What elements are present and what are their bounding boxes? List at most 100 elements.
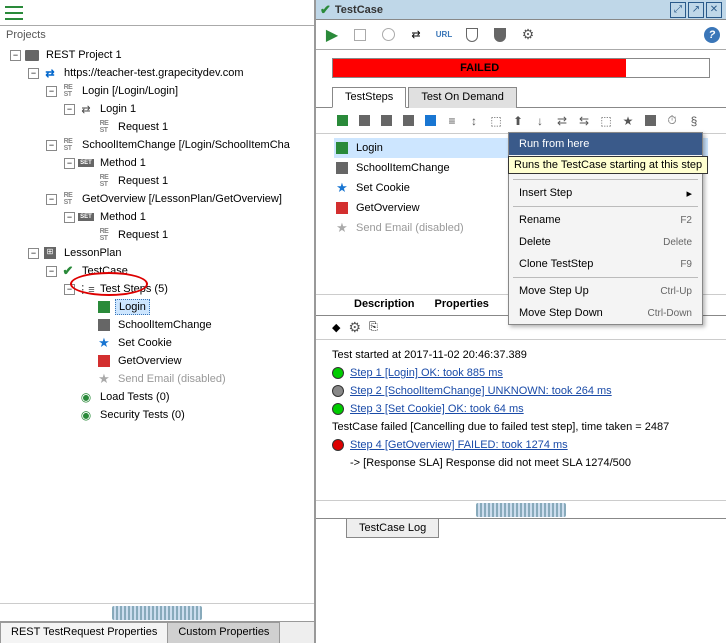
tree-node[interactable]: ◉Load Tests (0) xyxy=(0,388,314,406)
log-tab[interactable]: TestCase Log xyxy=(346,519,439,538)
expander-icon[interactable]: − xyxy=(46,266,57,277)
tree-label: Request 1 xyxy=(115,120,171,134)
minimize-button[interactable]: ⤢ xyxy=(670,2,686,18)
set-icon: SET xyxy=(78,209,94,225)
tb-icon[interactable]: ↕ xyxy=(466,113,482,129)
step-label: Send Email (disabled) xyxy=(356,222,464,234)
star-icon: ★ xyxy=(96,335,112,351)
tree-node[interactable]: −⇄Login 1 xyxy=(0,100,314,118)
ctx-move-down[interactable]: Move Step DownCtrl-Down xyxy=(509,302,702,324)
expander-icon[interactable]: − xyxy=(64,104,75,115)
tree-node[interactable]: −⇄https://teacher-test.grapecitydev.com xyxy=(0,64,314,82)
project-tree[interactable]: −REST Project 1−⇄https://teacher-test.gr… xyxy=(0,44,314,603)
tb-icon[interactable] xyxy=(400,113,416,129)
tree-node[interactable]: RESTRequest 1 xyxy=(0,172,314,190)
gear-button[interactable]: ⚙ xyxy=(518,25,538,45)
eraser-icon[interactable]: ◆ xyxy=(332,321,340,334)
link-icon[interactable]: ⇄ xyxy=(406,25,426,45)
ctx-insert[interactable]: Insert Step▸ xyxy=(509,182,702,204)
ctx-rename[interactable]: RenameF2 xyxy=(509,209,702,231)
tree-label: Load Tests (0) xyxy=(97,390,173,404)
log-step3[interactable]: Step 3 [Set Cookie] OK: took 64 ms xyxy=(350,403,524,415)
ctx-run-from-here[interactable]: Run from here xyxy=(509,133,702,155)
expander-icon[interactable]: − xyxy=(28,248,39,259)
tb-icon[interactable]: ⇆ xyxy=(576,113,592,129)
log-step4[interactable]: Step 4 [GetOverview] FAILED: took 1274 m… xyxy=(350,439,568,451)
url-button[interactable]: URL xyxy=(434,25,454,45)
gear-icon[interactable]: ⚙ xyxy=(348,319,361,336)
tree-node[interactable]: −SETMethod 1 xyxy=(0,154,314,172)
expander-icon[interactable]: − xyxy=(46,194,57,205)
ctx-clone[interactable]: Clone TestStepF9 xyxy=(509,253,702,275)
tree-node[interactable]: −RESTGetOverview [/LessonPlan/GetOvervie… xyxy=(0,190,314,208)
export-icon[interactable]: ⎘ xyxy=(369,321,378,334)
tree-node[interactable]: −REST Project 1 xyxy=(0,46,314,64)
tree-label: GetOverview xyxy=(115,354,185,368)
step-label: GetOverview xyxy=(356,202,420,214)
ctx-move-up[interactable]: Move Step UpCtrl-Up xyxy=(509,280,702,302)
tb-icon[interactable]: ⬚ xyxy=(488,113,504,129)
tree-node[interactable]: SchoolItemChange xyxy=(0,316,314,334)
tree-node[interactable]: −⊞LessonPlan xyxy=(0,244,314,262)
tree-node[interactable]: GetOverview xyxy=(0,352,314,370)
tree-node[interactable]: −RESTSchoolItemChange [/Login/SchoolItem… xyxy=(0,136,314,154)
tb-icon[interactable] xyxy=(422,113,438,129)
expander-icon[interactable]: − xyxy=(10,50,21,61)
tree-node[interactable]: RESTRequest 1 xyxy=(0,226,314,244)
close-button[interactable]: ✕ xyxy=(706,2,722,18)
tree-node[interactable]: −SETMethod 1 xyxy=(0,208,314,226)
menu-icon[interactable] xyxy=(5,6,23,20)
check-icon: ✔ xyxy=(320,2,331,18)
star-icon[interactable]: ★ xyxy=(620,113,636,129)
stop-button[interactable] xyxy=(350,25,370,45)
tb-icon[interactable] xyxy=(378,113,394,129)
maximize-button[interactable]: ↗ xyxy=(688,2,704,18)
shield-button[interactable] xyxy=(462,25,482,45)
plan-icon: ⊞ xyxy=(42,245,58,261)
rest-icon: REST xyxy=(96,227,112,243)
expander-icon[interactable]: − xyxy=(46,140,57,151)
expander-icon[interactable]: − xyxy=(64,158,75,169)
tb-icon[interactable]: ⇄ xyxy=(554,113,570,129)
main-tab[interactable]: Test On Demand xyxy=(408,87,517,108)
bottom-tab[interactable]: REST TestRequest Properties xyxy=(0,622,168,643)
tb-icon[interactable]: ≡ xyxy=(444,113,460,129)
step-bottom-tab[interactable]: Description xyxy=(344,295,425,315)
log-step1[interactable]: Step 1 [Login] OK: took 885 ms xyxy=(350,367,503,379)
splitter-handle[interactable] xyxy=(476,503,566,517)
tree-node[interactable]: RESTRequest 1 xyxy=(0,118,314,136)
expander-icon[interactable]: − xyxy=(46,86,57,97)
tb-icon[interactable] xyxy=(642,113,658,129)
tb-icon[interactable]: § xyxy=(686,113,702,129)
tb-icon[interactable]: ⬆ xyxy=(510,113,526,129)
expander-icon[interactable]: − xyxy=(64,212,75,223)
expander-icon[interactable]: − xyxy=(64,284,75,295)
loop-button[interactable] xyxy=(378,25,398,45)
ctx-delete[interactable]: DeleteDelete xyxy=(509,231,702,253)
tree-node[interactable]: −RESTLogin [/Login/Login] xyxy=(0,82,314,100)
log-step2[interactable]: Step 2 [SchoolItemChange] UNKNOWN: took … xyxy=(350,385,612,397)
bottom-tab[interactable]: Custom Properties xyxy=(167,622,280,643)
step-list[interactable]: LoginSchoolItemChange★Set CookieGetOverv… xyxy=(316,134,726,294)
tb-icon[interactable]: ↓ xyxy=(532,113,548,129)
tb-icon[interactable] xyxy=(356,113,372,129)
tree-node[interactable]: −⋮≡Test Steps (5) xyxy=(0,280,314,298)
tb-icon[interactable] xyxy=(334,113,350,129)
tree-node[interactable]: ★Set Cookie xyxy=(0,334,314,352)
tree-node[interactable]: ◉Security Tests (0) xyxy=(0,406,314,424)
tree-node[interactable]: −✔TestCase xyxy=(0,262,314,280)
status-dot-ok xyxy=(332,403,344,415)
splitter-handle[interactable] xyxy=(112,606,202,620)
expander-icon[interactable]: − xyxy=(28,68,39,79)
shield2-button[interactable] xyxy=(490,25,510,45)
step-bottom-tab[interactable]: Properties xyxy=(425,295,499,315)
tb-icon[interactable]: ⏱ xyxy=(664,113,680,129)
tree-node[interactable]: Login xyxy=(0,298,314,316)
tree-label: Set Cookie xyxy=(115,336,175,350)
help-button[interactable]: ? xyxy=(704,27,720,43)
tree-node[interactable]: ★Send Email (disabled) xyxy=(0,370,314,388)
main-tab[interactable]: TestSteps xyxy=(332,87,406,108)
status-dot-unknown xyxy=(332,385,344,397)
tb-icon[interactable]: ⬚ xyxy=(598,113,614,129)
play-button[interactable]: ▶ xyxy=(322,25,342,45)
